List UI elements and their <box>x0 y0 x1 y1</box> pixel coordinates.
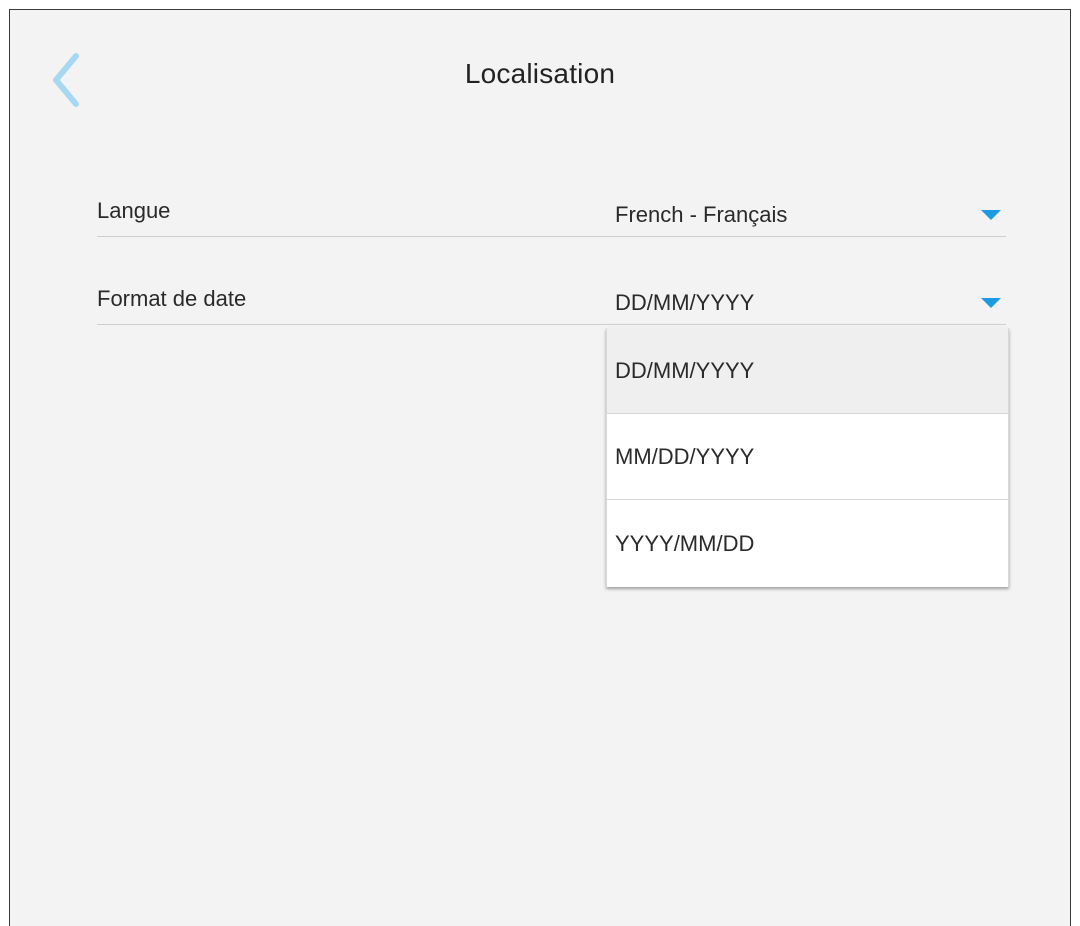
language-select[interactable]: French - Français <box>615 196 1006 236</box>
caret-down-icon <box>981 298 1001 308</box>
date-format-option-yyyy-mm-dd[interactable]: YYYY/MM/DD <box>607 500 1008 587</box>
caret-down-icon <box>981 210 1001 220</box>
date-format-setting-row: Format de date DD/MM/YYYY <box>97 284 1006 325</box>
date-format-option-mm-dd-yyyy[interactable]: MM/DD/YYYY <box>607 414 1008 500</box>
date-format-option-dd-mm-yyyy[interactable]: DD/MM/YYYY <box>607 328 1008 414</box>
localisation-screen: Localisation Langue French - Français Fo… <box>9 9 1071 926</box>
date-format-select-value: DD/MM/YYYY <box>615 290 755 315</box>
date-format-select[interactable]: DD/MM/YYYY <box>615 284 1006 324</box>
language-setting-row: Langue French - Français <box>97 196 1006 237</box>
language-label: Langue <box>97 198 171 223</box>
date-format-label: Format de date <box>97 286 247 311</box>
language-select-value: French - Français <box>615 202 788 227</box>
date-format-dropdown-menu: DD/MM/YYYY MM/DD/YYYY YYYY/MM/DD <box>606 328 1009 587</box>
page-title: Localisation <box>464 58 616 89</box>
